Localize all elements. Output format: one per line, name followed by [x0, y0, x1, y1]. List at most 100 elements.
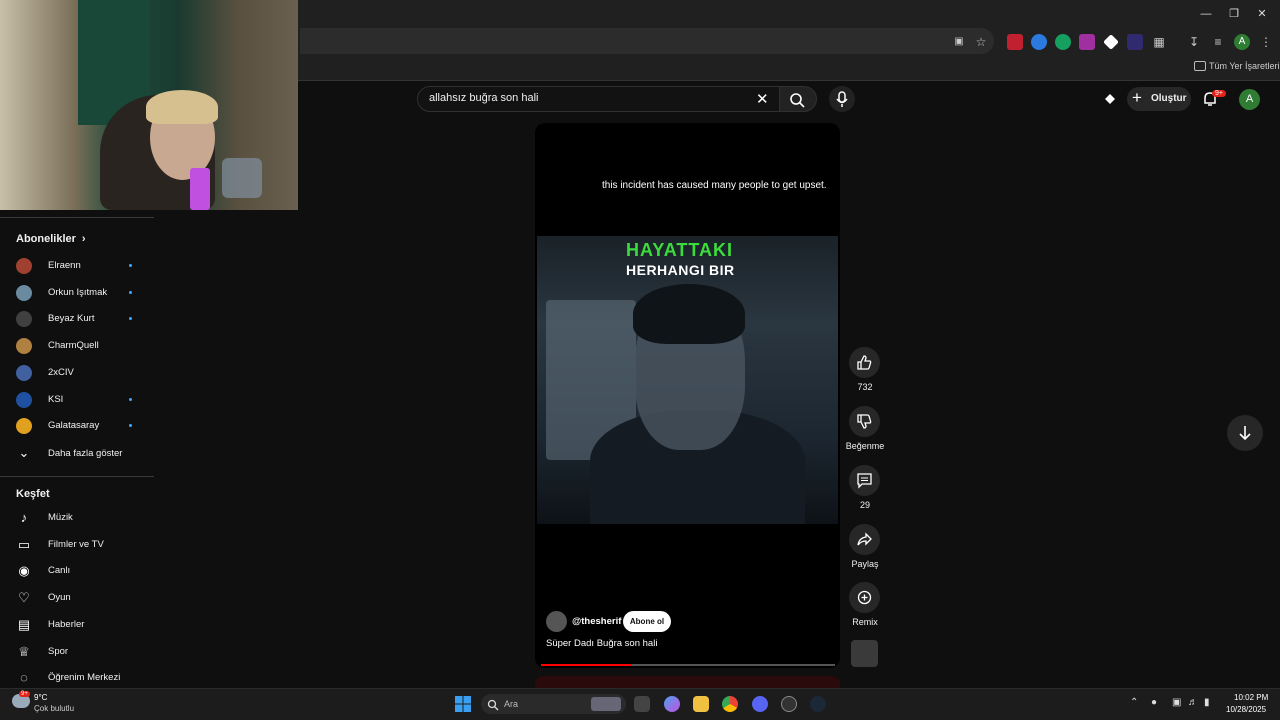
subscription-item[interactable]: Elraenn [16, 258, 146, 284]
app-icon[interactable] [781, 696, 797, 712]
subscription-item[interactable]: Orkun Işıtmak [16, 284, 146, 311]
explore-label: Spor [48, 645, 69, 657]
share-button[interactable] [849, 524, 880, 555]
subscription-item[interactable]: Beyaz Kurt [16, 311, 146, 337]
next-video-button[interactable] [1227, 415, 1263, 451]
windows-logo-icon [455, 696, 471, 712]
extension-6-icon[interactable] [1127, 34, 1143, 50]
explore-item[interactable]: ▤ Haberler [16, 617, 146, 643]
profile-icon[interactable]: A [1234, 34, 1250, 50]
explore-label: Oyun [48, 592, 71, 604]
explore-item[interactable]: ▭ Filmler ve TV [16, 537, 146, 563]
explore-item[interactable]: ♡ Oyun [16, 590, 146, 616]
minimize-button[interactable]: — [1196, 5, 1216, 23]
subscription-label: Orkun Işıtmak [48, 286, 108, 298]
show-more-button[interactable]: ⌄ Daha fazla göster [16, 445, 146, 472]
grammarly-icon[interactable] [1055, 34, 1071, 50]
clock-time[interactable]: 10:02 PM [1234, 693, 1268, 702]
clear-search-icon[interactable]: ✕ [756, 90, 769, 108]
dislike-button[interactable] [849, 406, 880, 437]
video-title[interactable]: Süper Dadı Buğra son hali [546, 638, 657, 649]
next-short-preview[interactable] [535, 676, 840, 688]
explore-label: Filmler ve TV [48, 538, 104, 550]
windows-start-button[interactable] [455, 696, 471, 712]
thumbs-up-icon [857, 355, 872, 370]
channel-avatar-icon [16, 284, 32, 301]
discord-icon[interactable] [752, 696, 768, 712]
browser-menu-icon[interactable]: ⋮ [1258, 34, 1274, 50]
channel-avatar-icon [16, 418, 32, 435]
frame-person-hair [633, 284, 745, 344]
search-button[interactable] [779, 86, 817, 112]
install-app-icon[interactable]: ▣ [951, 34, 967, 50]
like-button[interactable] [849, 347, 880, 378]
taskbar-search-label: Ara [504, 699, 519, 709]
new-content-dot [129, 397, 132, 401]
microphone-tray-icon[interactable]: ● [1151, 698, 1161, 708]
file-explorer-icon[interactable] [693, 696, 709, 712]
channel-avatar[interactable] [546, 611, 567, 632]
explore-item[interactable]: ◉ Canlı [16, 563, 146, 589]
new-content-dot [129, 290, 132, 294]
battery-icon[interactable]: ▮ [1204, 698, 1214, 708]
comments-button[interactable] [849, 465, 880, 496]
subscription-item[interactable]: KSI [16, 391, 146, 418]
subscribe-button[interactable]: Abone ol [623, 611, 671, 632]
comment-icon [857, 473, 872, 489]
subscription-item[interactable]: 2xCIV [16, 364, 146, 391]
weather-temperature[interactable]: 9°C [34, 693, 47, 702]
gem-icon[interactable] [1101, 90, 1119, 108]
chevron-up-icon[interactable]: ⌃ [1130, 698, 1140, 708]
bookmark-star-icon[interactable]: ☆ [973, 34, 989, 50]
chevron-down-icon: ⌄ [18, 445, 30, 460]
explore-item[interactable]: ♪ Müzik [16, 510, 146, 536]
close-window-button[interactable]: ✕ [1252, 5, 1272, 23]
arrow-down-icon [1239, 426, 1251, 441]
explore-item[interactable]: ♕ Spor [16, 644, 146, 670]
subscriptions-title[interactable]: Abonelikler › [16, 233, 86, 245]
subscription-item[interactable]: CharmQuell [16, 338, 146, 364]
extensions-puzzle-icon[interactable]: ▦ [1151, 34, 1167, 50]
restore-button[interactable]: ❐ [1224, 5, 1244, 23]
channel-avatar-icon [16, 258, 32, 274]
video-text-overlay-line2: HERHANGI BIR [626, 262, 735, 278]
channel-avatar-icon [16, 311, 32, 328]
like-count: 732 [857, 382, 873, 392]
address-bar[interactable] [300, 28, 994, 54]
explore-label: Müzik [48, 512, 73, 523]
comment-count: 29 [859, 500, 870, 510]
explore-title: Keşfet [16, 488, 50, 500]
extension-4-icon[interactable] [1079, 34, 1095, 50]
search-query-text[interactable]: allahsız buğra son hali [429, 92, 538, 104]
media-queue-icon[interactable]: ≡ [1210, 34, 1226, 50]
chevron-right-icon: › [81, 233, 86, 245]
download-icon[interactable]: ↧ [1186, 34, 1202, 50]
notification-count-badge: 9+ [1212, 90, 1226, 97]
video-text-overlay-line1: HAYATTAKI [626, 240, 734, 260]
channel-avatar-icon [16, 391, 32, 408]
weather-badge: 9+ [19, 691, 30, 697]
plus-icon: + [1132, 88, 1142, 107]
task-view-icon[interactable] [634, 696, 650, 712]
channel-avatar-icon [16, 338, 32, 355]
volume-icon[interactable]: ♬ [1188, 698, 1198, 708]
channel-avatar-icon [16, 364, 32, 381]
trophy-icon: ♕ [18, 643, 30, 659]
extension-1-icon[interactable] [1007, 34, 1023, 50]
chrome-icon[interactable] [722, 696, 738, 712]
account-avatar[interactable]: A [1239, 89, 1260, 110]
weather-description[interactable]: Çok bulutlu [34, 704, 74, 713]
steam-icon[interactable] [810, 696, 826, 712]
share-label: Paylaş [851, 559, 879, 569]
sound-thumbnail[interactable] [851, 640, 878, 667]
all-bookmarks-link[interactable]: Tüm Yer İşaretleri [1209, 61, 1280, 71]
remix-button[interactable] [849, 582, 880, 613]
extension-2-icon[interactable] [1031, 34, 1047, 50]
subscription-item[interactable]: Galatasaray [16, 418, 146, 444]
copilot-icon[interactable] [664, 696, 680, 712]
voice-search-button[interactable] [829, 86, 855, 112]
webcam-overlay [0, 0, 298, 210]
display-icon[interactable]: ▣ [1172, 698, 1182, 708]
channel-name-link[interactable]: @thesherif [572, 616, 621, 627]
clock-date[interactable]: 10/28/2025 [1226, 705, 1266, 714]
